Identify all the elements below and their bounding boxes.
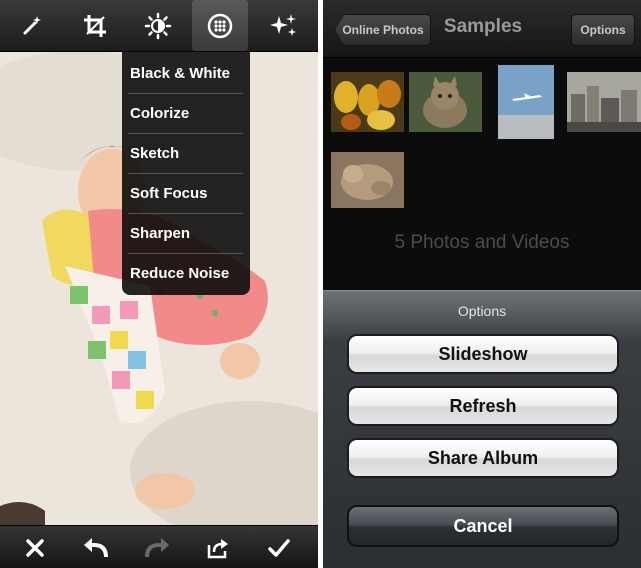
filter-menu: Black & White Colorize Sketch Soft Focus… [122, 51, 250, 295]
filter-black-white[interactable]: Black & White [122, 53, 250, 93]
undo-icon[interactable] [71, 526, 121, 568]
crop-icon[interactable] [67, 0, 123, 51]
cancel-button[interactable]: Cancel [347, 505, 619, 547]
thumbnail-fruit[interactable] [331, 72, 404, 132]
share-album-button[interactable]: Share Album [347, 438, 619, 478]
slideshow-button[interactable]: Slideshow [347, 334, 619, 374]
photo-grid: 5 Photos and Videos [323, 58, 641, 290]
effects-icon[interactable] [192, 0, 248, 51]
page-title: Samples [443, 16, 523, 37]
editor-top-toolbar [0, 0, 318, 52]
brightness-icon[interactable] [130, 0, 186, 51]
magic-wand-icon[interactable] [4, 0, 60, 51]
filter-sketch[interactable]: Sketch [122, 133, 250, 173]
filter-soft-focus[interactable]: Soft Focus [122, 173, 250, 213]
refresh-button[interactable]: Refresh [347, 386, 619, 426]
checkmark-icon[interactable] [254, 526, 304, 568]
thumbnail-dog[interactable] [331, 152, 404, 212]
sparkle-stars-icon[interactable] [256, 0, 312, 51]
thumbnail-city[interactable] [567, 72, 641, 132]
editor-bottom-toolbar [0, 525, 318, 568]
filter-colorize[interactable]: Colorize [122, 93, 250, 133]
filter-reduce-noise[interactable]: Reduce Noise [122, 253, 250, 293]
thumbnail-airplane[interactable] [498, 65, 554, 139]
photo-count-label: 5 Photos and Videos [394, 232, 570, 253]
options-button[interactable]: Options [571, 14, 635, 46]
action-sheet-title: Options [457, 303, 507, 319]
album-screen: Online Photos Samples Options 5 Photos a… [323, 0, 641, 568]
photo-editor-screen: Black & White Colorize Sketch Soft Focus… [0, 0, 318, 568]
filter-sharpen[interactable]: Sharpen [122, 213, 250, 253]
options-action-sheet: Options Slideshow Refresh Share Album Ca… [323, 290, 641, 568]
back-button[interactable]: Online Photos [335, 14, 431, 46]
redo-icon[interactable] [132, 526, 182, 568]
close-icon[interactable] [10, 526, 60, 568]
share-icon[interactable] [193, 526, 243, 568]
album-navbar: Online Photos Samples Options [323, 0, 641, 58]
thumbnail-cat[interactable] [409, 72, 482, 132]
